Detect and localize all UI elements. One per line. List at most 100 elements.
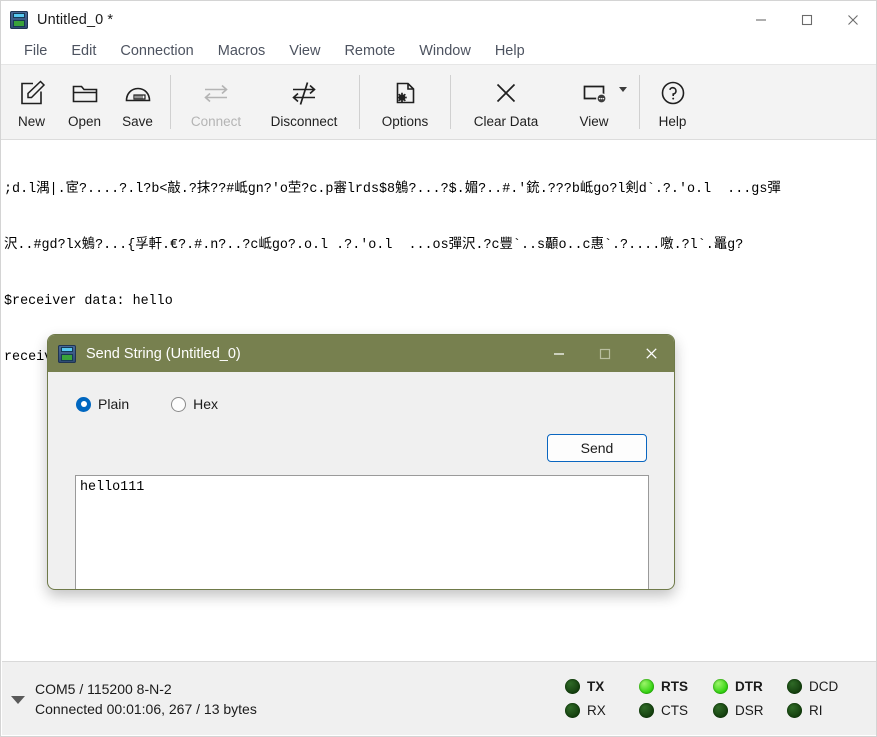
radio-hex-label: Hex — [193, 396, 219, 412]
status-text-group: COM5 / 115200 8-N-2 Connected 00:01:06, … — [35, 681, 257, 717]
send-string-input[interactable]: hello111 — [75, 475, 649, 589]
serial-terminal-icon — [58, 344, 76, 363]
status-port-info: COM5 / 115200 8-N-2 — [35, 680, 172, 697]
dialog-body: Plain Hex Send hello111 — [48, 372, 674, 589]
serial-terminal-icon — [10, 10, 28, 29]
send-button[interactable]: Send — [547, 434, 647, 462]
dialog-window-controls — [536, 335, 674, 372]
toolbar-button-view[interactable]: View — [555, 65, 633, 139]
led-dcd: DCD — [787, 679, 861, 694]
window-controls — [738, 1, 876, 38]
led-dsr-indicator — [713, 703, 728, 718]
menu-item-window[interactable]: Window — [407, 40, 483, 62]
menu-item-connection[interactable]: Connection — [108, 40, 205, 62]
dialog-title: Send String (Untitled_0) — [86, 345, 241, 362]
toolbar-label-open: Open — [67, 113, 102, 129]
minimize-icon[interactable] — [738, 1, 784, 38]
toolbar-button-disconnect[interactable]: Disconnect — [255, 65, 353, 139]
radio-hex[interactable]: Hex — [171, 396, 218, 412]
title-bar-left: Untitled_0 * — [1, 10, 114, 29]
send-string-value: hello111 — [80, 480, 145, 495]
led-tx: TX — [565, 679, 639, 694]
menu-item-edit[interactable]: Edit — [59, 40, 108, 62]
led-tx-indicator — [565, 679, 580, 694]
toolbar-button-options[interactable]: Options — [366, 65, 444, 139]
dialog-minimize-icon[interactable] — [536, 335, 582, 372]
toolbar-separator-3 — [450, 75, 451, 129]
menu-item-file[interactable]: File — [12, 40, 59, 62]
dialog-format-row: Plain Hex — [48, 372, 674, 414]
dialog-close-icon[interactable] — [628, 335, 674, 372]
clear-x-icon — [491, 76, 521, 110]
close-icon[interactable] — [830, 1, 876, 38]
disconnect-icon — [289, 76, 319, 110]
toolbar-button-clear-data[interactable]: Clear Data — [457, 65, 555, 139]
menu-item-remote[interactable]: Remote — [332, 40, 407, 62]
toolbar-label-help: Help — [658, 113, 687, 129]
toolbar-separator-2 — [359, 75, 360, 129]
toolbar-label-disconnect: Disconnect — [270, 113, 338, 129]
toolbar-button-save[interactable]: Save — [111, 65, 164, 139]
format-radio-group: Plain Hex — [76, 396, 218, 412]
led-ri-label: RI — [809, 703, 823, 718]
led-cts: CTS — [639, 703, 713, 718]
title-bar: Untitled_0 * — [1, 1, 876, 38]
menu-item-macros[interactable]: Macros — [206, 40, 278, 62]
led-dtr: DTR — [713, 679, 787, 694]
window-title: Untitled_0 * — [37, 11, 114, 28]
application-window: Untitled_0 * File Edit Connection Macros… — [0, 0, 877, 737]
toolbar-separator-4 — [639, 75, 640, 129]
folder-open-icon — [70, 76, 100, 110]
menu-item-view[interactable]: View — [277, 40, 332, 62]
dialog-title-bar: Send String (Untitled_0) — [48, 335, 674, 372]
toolbar-button-open[interactable]: Open — [58, 65, 111, 139]
toolbar-button-connect[interactable]: Connect — [177, 65, 255, 139]
led-rx: RX — [565, 703, 639, 718]
chevron-down-icon[interactable] — [11, 695, 25, 704]
new-document-icon — [17, 76, 47, 110]
dialog-title-left: Send String (Untitled_0) — [48, 344, 241, 363]
radio-plain[interactable]: Plain — [76, 396, 129, 412]
terminal-line: ;d.l湡|.宧?....?.l?b<敲.?抹??#岻gn?'o茔?c.p審lr… — [4, 182, 781, 198]
toolbar-label-save: Save — [122, 113, 153, 129]
status-bar: COM5 / 115200 8-N-2 Connected 00:01:06, … — [2, 661, 876, 735]
menu-item-help[interactable]: Help — [483, 40, 537, 62]
led-dsr-label: DSR — [735, 703, 764, 718]
toolbar-label-new: New — [17, 113, 45, 129]
terminal-line: 沢..#gd?lx鵵?...{孚軒.€?.#.n?..?c岻go?.o.l .?… — [4, 237, 744, 253]
view-window-icon — [579, 76, 609, 110]
toolbar-label-view: View — [579, 113, 609, 129]
led-dcd-label: DCD — [809, 679, 839, 694]
radio-hex-indicator — [171, 396, 187, 412]
save-disk-icon — [123, 76, 153, 110]
send-string-dialog: Send String (Untitled_0) Plain Hex Send … — [47, 334, 675, 590]
dialog-maximize-icon[interactable] — [582, 335, 628, 372]
toolbar: New Open Save Connect Disconnect Options… — [1, 65, 876, 140]
led-ri: RI — [787, 703, 861, 718]
toolbar-label-options: Options — [381, 113, 429, 129]
led-rx-label: RX — [587, 703, 606, 718]
led-dtr-label: DTR — [735, 679, 763, 694]
terminal-line: $receiver data: hello — [4, 293, 173, 309]
led-dsr: DSR — [713, 703, 787, 718]
toolbar-button-help[interactable]: Help — [646, 65, 699, 139]
chevron-down-icon[interactable] — [619, 87, 627, 92]
document-gear-icon — [390, 76, 420, 110]
led-rts-label: RTS — [661, 679, 688, 694]
led-dcd-indicator — [787, 679, 802, 694]
led-rts-indicator — [639, 679, 654, 694]
led-rts: RTS — [639, 679, 713, 694]
led-cts-indicator — [639, 703, 654, 718]
led-cts-label: CTS — [661, 703, 688, 718]
connect-arrows-icon — [201, 76, 231, 110]
status-left: COM5 / 115200 8-N-2 Connected 00:01:06, … — [2, 681, 257, 717]
led-tx-label: TX — [587, 679, 605, 694]
led-indicator-panel: TX RTS DTR DCD RX CTS DSR RI — [565, 675, 861, 723]
help-question-icon — [658, 76, 688, 110]
radio-plain-indicator — [76, 396, 91, 412]
status-connection-info: Connected 00:01:06, 267 / 13 bytes — [35, 700, 257, 717]
toolbar-button-new[interactable]: New — [5, 65, 58, 139]
maximize-icon[interactable] — [784, 1, 830, 38]
led-rx-indicator — [565, 703, 580, 718]
toolbar-separator-1 — [170, 75, 171, 129]
